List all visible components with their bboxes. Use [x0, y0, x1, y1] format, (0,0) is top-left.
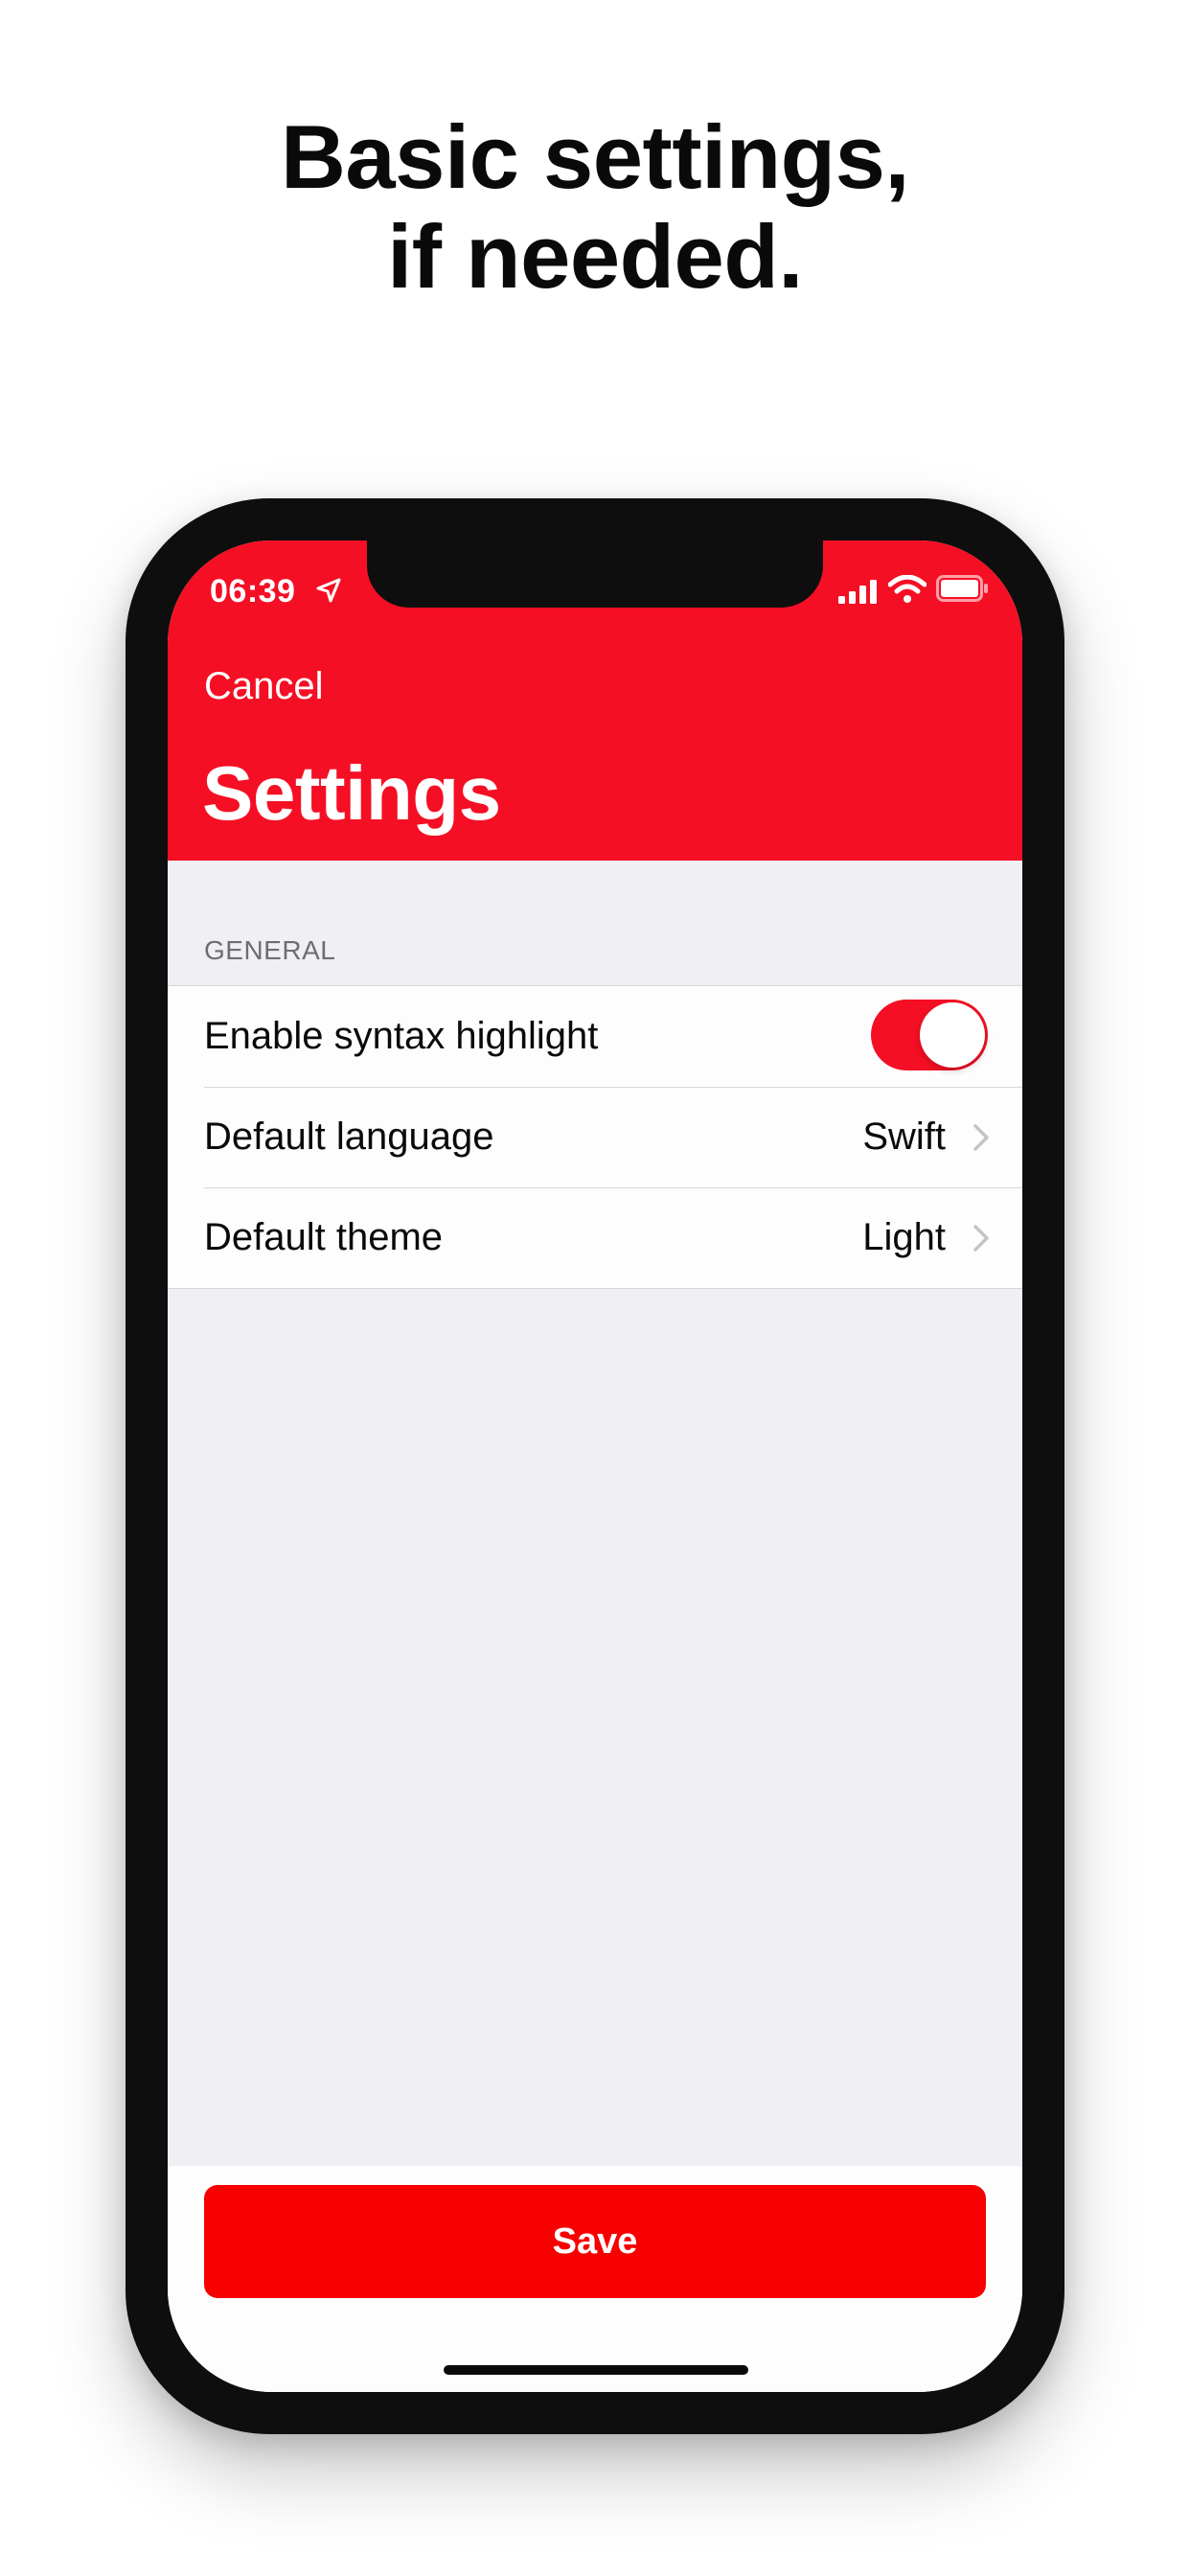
battery-icon: [936, 575, 988, 602]
bottom-toolbar: Save: [168, 2166, 1022, 2392]
chevron-right-icon: [973, 1124, 989, 1151]
headline-line-2: if needed.: [387, 206, 803, 307]
toggle-knob: [920, 1002, 985, 1068]
settings-group-general: Enable syntax highlight Default language…: [168, 985, 1022, 1289]
phone-frame: 06:39 Cancel Settings GENERAL Enable syn…: [126, 498, 1064, 2434]
default-theme-value: Light: [862, 1216, 946, 1258]
default-language-value: Swift: [862, 1116, 946, 1158]
default-theme-row[interactable]: Default theme Light: [168, 1187, 1022, 1288]
syntax-highlight-label: Enable syntax highlight: [204, 1015, 599, 1057]
wifi-icon: [888, 575, 927, 603]
save-button[interactable]: Save: [204, 2185, 986, 2298]
default-language-row[interactable]: Default language Swift: [168, 1087, 1022, 1187]
status-time: 06:39: [210, 573, 296, 610]
syntax-highlight-row: Enable syntax highlight: [168, 986, 1022, 1087]
chevron-right-icon: [973, 1225, 989, 1252]
default-language-label: Default language: [204, 1116, 494, 1158]
cellular-signal-icon: [838, 580, 877, 604]
cancel-button[interactable]: Cancel: [204, 665, 324, 708]
default-theme-label: Default theme: [204, 1216, 444, 1258]
notch: [367, 540, 823, 608]
headline-line-1: Basic settings,: [281, 106, 909, 207]
home-indicator[interactable]: [444, 2365, 748, 2375]
phone-screen: 06:39 Cancel Settings GENERAL Enable syn…: [168, 540, 1022, 2392]
syntax-highlight-toggle[interactable]: [871, 1000, 988, 1070]
section-header-general: GENERAL: [204, 935, 336, 965]
location-arrow-icon: [316, 578, 341, 603]
marketing-headline: Basic settings, if needed.: [0, 107, 1190, 307]
page-title: Settings: [202, 750, 501, 836]
